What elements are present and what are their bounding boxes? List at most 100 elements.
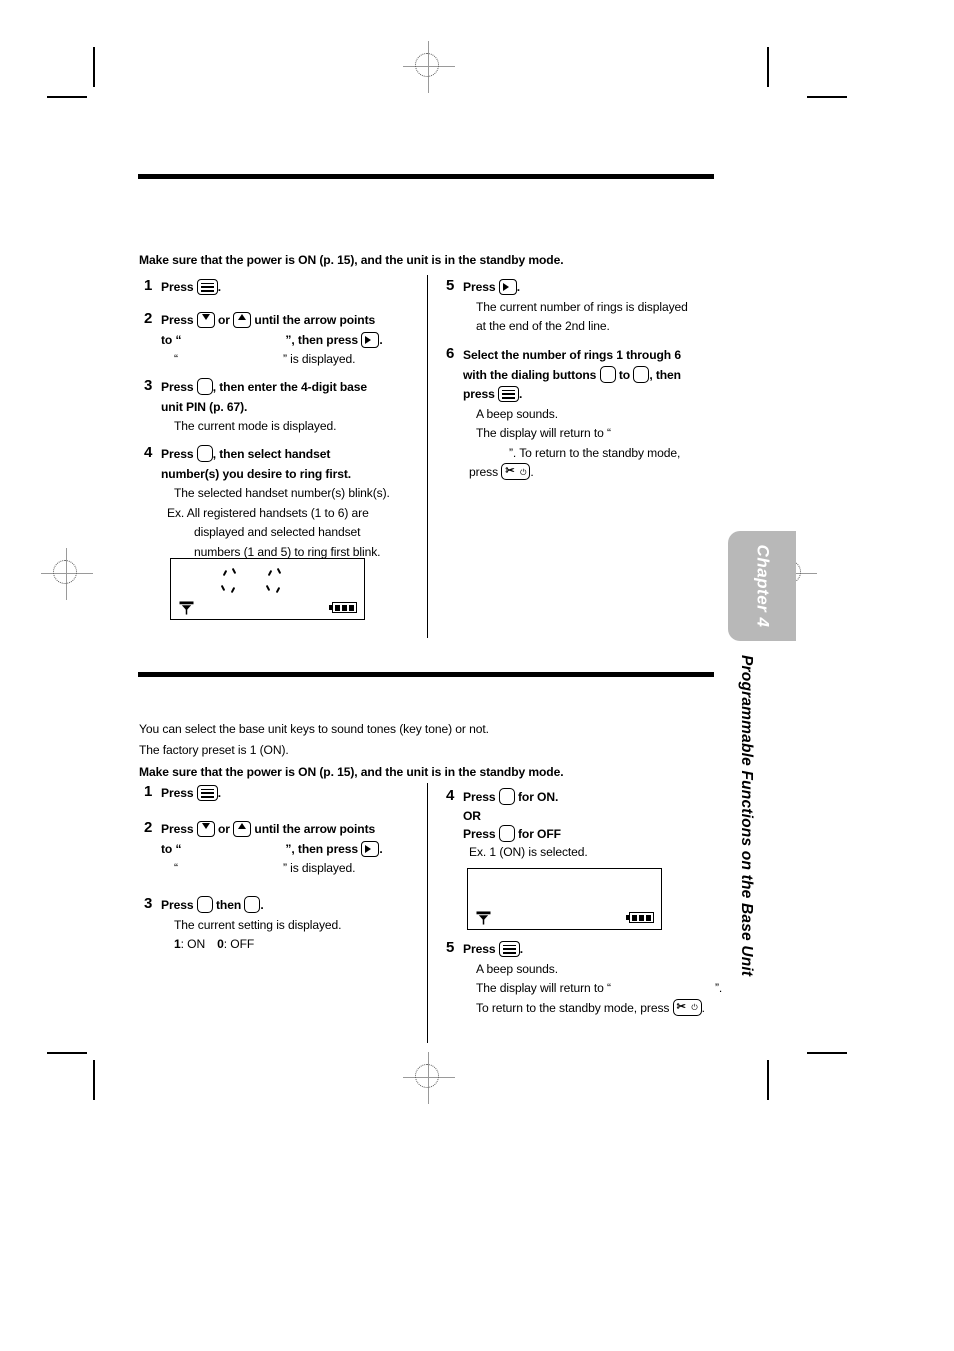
menu-key-icon[interactable] (498, 941, 520, 957)
step-text: Press . (161, 278, 414, 298)
step-text-b: ”. (715, 981, 723, 995)
blank-dial-key-icon[interactable] (196, 378, 213, 395)
chapter-tab-label: Chapter 4 (753, 544, 773, 628)
on-value: 1 (174, 937, 181, 951)
step-number: 3 (144, 895, 153, 912)
step-text-a: Press (161, 380, 197, 394)
step-note-2: 1: ON 0: OFF (161, 935, 419, 955)
column-divider-bottom (427, 783, 429, 1043)
menu-key-icon[interactable] (196, 785, 218, 801)
step-text-b: or (214, 822, 234, 836)
keytone-step-2: 2 Press or until the arrow points to “ ”,… (144, 820, 419, 879)
arrow-up-key-icon[interactable] (233, 821, 252, 837)
step-number: 4 (144, 444, 153, 461)
blank-dial-key-icon-on[interactable] (498, 788, 515, 805)
step-line-1: Select the number of rings 1 through 6 (463, 348, 681, 362)
step-text-a: press (469, 465, 502, 479)
step-line-1: Press for ON. (463, 788, 721, 808)
blank-dial-key-icon[interactable] (196, 445, 213, 462)
menu-key-icon[interactable] (498, 386, 520, 402)
keytone-precondition: Make sure that the power is ON (p. 15), … (139, 765, 564, 779)
off-power-key-icon[interactable]: ✂ ⏻ (501, 463, 531, 480)
step-text-post: . (217, 280, 221, 294)
step-text-b: . (519, 387, 523, 401)
step-note-1: A beep sounds. (476, 406, 558, 421)
step-text-c: until the arrow points (251, 822, 376, 836)
step-text-a: Press (463, 826, 499, 841)
ring-step-5: 5 Press . The current number of rings is… (446, 278, 721, 337)
on-label: : ON (180, 937, 206, 951)
ring-precondition: Make sure that the power is ON (p. 15), … (139, 253, 564, 267)
step-line-1: Press , then select handset (161, 445, 424, 465)
step-note-3: To return to the standby mode, press ✂ ⏻. (463, 998, 731, 1019)
step-line-1: Press or until the arrow points (161, 820, 419, 840)
step-text-b: ”, then press (285, 332, 362, 347)
off-value: 0 (217, 937, 224, 951)
step-number: 4 (446, 787, 455, 804)
off-power-key-icon[interactable]: ✂ ⏻ (672, 998, 702, 1016)
section-rule-middle (138, 672, 714, 677)
keytone-step-5: 5 Press . A beep sounds. The display wil… (446, 940, 731, 1018)
arrow-right-key-icon[interactable] (498, 279, 517, 295)
step-note-3: displayed and selected handset (194, 525, 361, 539)
step-text-b: , then select handset (212, 447, 331, 461)
step-text-c: . (379, 332, 383, 347)
step-line-2: OR (463, 808, 481, 823)
arrow-right-key-icon[interactable] (361, 840, 380, 857)
step-note-1: The current number of rings is displayed (476, 299, 688, 314)
step-number: 2 (144, 310, 153, 327)
manual-page: Make sure that the power is ON (p. 15), … (0, 0, 954, 1351)
step-text: Press . (463, 940, 731, 960)
step-line-2: unit PIN (p. 67). (161, 399, 248, 414)
step-text-c: . (379, 841, 383, 856)
step-text-post: . (217, 786, 221, 800)
arrow-down-key-icon[interactable] (196, 312, 215, 328)
section-rule-top (138, 174, 714, 179)
step-note-2: at the end of the 2nd line. (476, 319, 610, 333)
blink-marks-handset-5 (265, 567, 292, 595)
blank-dial-key-icon-6[interactable] (633, 365, 650, 383)
step-text-a: Press (463, 790, 499, 804)
lcd-example-handset-ring (170, 558, 365, 620)
step-text-post: . (516, 280, 520, 294)
step-text: Press then . (161, 896, 419, 916)
step-note-2: The display will return to “ ”. (463, 979, 731, 999)
step-note-3: ”. To return to the standby mode, (509, 445, 681, 460)
step-text-post: . (519, 942, 523, 956)
blank-dial-key-icon-off[interactable] (498, 824, 515, 842)
step-text-pre: Press (463, 942, 499, 956)
blank-dial-key-icon-1[interactable] (599, 365, 616, 383)
step-text: Press or until the arrow points to “ ”, t… (161, 820, 419, 879)
step-note-1: The current setting is displayed. (174, 917, 342, 932)
arrow-up-key-icon[interactable] (233, 312, 252, 328)
step-text-b: to (615, 367, 634, 382)
step-number: 3 (144, 377, 153, 394)
arrow-down-key-icon[interactable] (196, 821, 215, 837)
chapter-tab: Chapter 4 (728, 531, 796, 641)
step-note-2: Ex. All registered handsets (1 to 6) are (167, 505, 369, 520)
step-line-3: “ ” is displayed. (161, 859, 419, 879)
step-text-b: for ON. (514, 790, 559, 804)
step-line-2: with the dialing buttons to , then (463, 365, 726, 386)
step-text-pre: Press (161, 280, 197, 294)
step-note: Ex. 1 (ON) is selected. (469, 844, 588, 859)
step-text-b: or (214, 313, 234, 327)
ring-step-6: 6 Select the number of rings 1 through 6… (446, 346, 726, 483)
step-text-b: then (212, 898, 245, 912)
blank-dial-key-icon-1[interactable] (196, 896, 213, 913)
blank-dial-key-icon-2[interactable] (244, 896, 261, 913)
blink-marks-handset-1 (220, 567, 247, 595)
keytone-step-1: 1 Press . (144, 784, 414, 804)
step-line-1: Press or until the arrow points (161, 311, 419, 331)
step-text-a: with the dialing buttons (463, 367, 600, 382)
step-text-b: ” is displayed. (282, 352, 356, 366)
step-text-b: . (530, 465, 534, 479)
menu-key-icon[interactable] (196, 279, 218, 295)
keytone-intro-1: You can select the base unit keys to sou… (139, 722, 489, 736)
ring-step-2: 2 Press or until the arrow points to “ ”,… (144, 311, 419, 370)
step-text-c: . (260, 898, 264, 912)
step-text-a: Press (161, 822, 197, 836)
ring-step-3: 3 Press , then enter the 4-digit base un… (144, 378, 419, 437)
arrow-right-key-icon[interactable] (361, 331, 380, 348)
step-text-a: press (463, 387, 499, 401)
